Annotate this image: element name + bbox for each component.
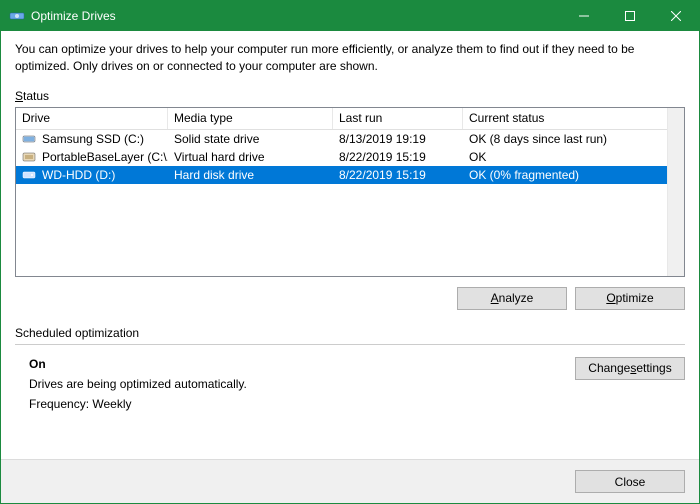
drive-last-run: 8/22/2019 15:19 xyxy=(333,149,463,165)
drive-icon xyxy=(22,151,38,163)
column-status[interactable]: Current status xyxy=(463,108,667,129)
app-icon xyxy=(9,8,25,24)
drives-listview[interactable]: Drive Media type Last run Current status… xyxy=(15,107,685,277)
scheduled-optimization-section: On Drives are being optimized automatica… xyxy=(15,344,685,417)
listview-header[interactable]: Drive Media type Last run Current status xyxy=(16,108,667,130)
action-buttons-row: Analyze Optimize xyxy=(15,287,685,310)
minimize-button[interactable] xyxy=(561,1,607,31)
column-last-run[interactable]: Last run xyxy=(333,108,463,129)
schedule-description: Drives are being optimized automatically… xyxy=(29,377,575,391)
drive-media: Virtual hard drive xyxy=(168,149,333,165)
description-text: You can optimize your drives to help you… xyxy=(15,41,685,75)
close-button[interactable] xyxy=(653,1,699,31)
drive-status: OK (8 days since last run) xyxy=(463,131,667,147)
client-area: You can optimize your drives to help you… xyxy=(1,31,699,459)
listview-body: Samsung SSD (C:) Solid state drive8/13/20… xyxy=(16,130,667,276)
change-settings-button[interactable]: Change settings xyxy=(575,357,685,380)
schedule-state: On xyxy=(29,357,575,371)
vertical-scrollbar[interactable] xyxy=(667,108,684,276)
analyze-button[interactable]: Analyze xyxy=(457,287,567,310)
drive-last-run: 8/22/2019 15:19 xyxy=(333,167,463,183)
optimize-drives-window: Optimize Drives You can optimize your dr… xyxy=(0,0,700,504)
column-media[interactable]: Media type xyxy=(168,108,333,129)
drive-icon xyxy=(22,133,38,145)
drive-name: Samsung SSD (C:) xyxy=(42,132,144,146)
scheduled-optimization-label: Scheduled optimization xyxy=(15,326,685,340)
schedule-frequency: Frequency: Weekly xyxy=(29,397,575,411)
drive-name: PortableBaseLayer (C:\... xyxy=(42,150,168,164)
window-title: Optimize Drives xyxy=(31,9,561,23)
maximize-button[interactable] xyxy=(607,1,653,31)
drive-status: OK xyxy=(463,149,667,165)
column-drive[interactable]: Drive xyxy=(16,108,168,129)
titlebar[interactable]: Optimize Drives xyxy=(1,1,699,31)
drive-last-run: 8/13/2019 19:19 xyxy=(333,131,463,147)
dialog-footer: Close xyxy=(1,459,699,503)
drive-media: Solid state drive xyxy=(168,131,333,147)
close-dialog-button[interactable]: Close xyxy=(575,470,685,493)
optimize-button[interactable]: Optimize xyxy=(575,287,685,310)
drive-row[interactable]: Samsung SSD (C:) Solid state drive8/13/20… xyxy=(16,130,667,148)
drive-row[interactable]: WD-HDD (D:) Hard disk drive8/22/2019 15:1… xyxy=(16,166,667,184)
status-label: Status xyxy=(15,89,685,103)
drive-status: OK (0% fragmented) xyxy=(463,167,667,183)
drive-name: WD-HDD (D:) xyxy=(42,168,115,182)
drive-media: Hard disk drive xyxy=(168,167,333,183)
drive-row[interactable]: PortableBaseLayer (C:\...Virtual hard dr… xyxy=(16,148,667,166)
drive-icon xyxy=(22,169,38,181)
